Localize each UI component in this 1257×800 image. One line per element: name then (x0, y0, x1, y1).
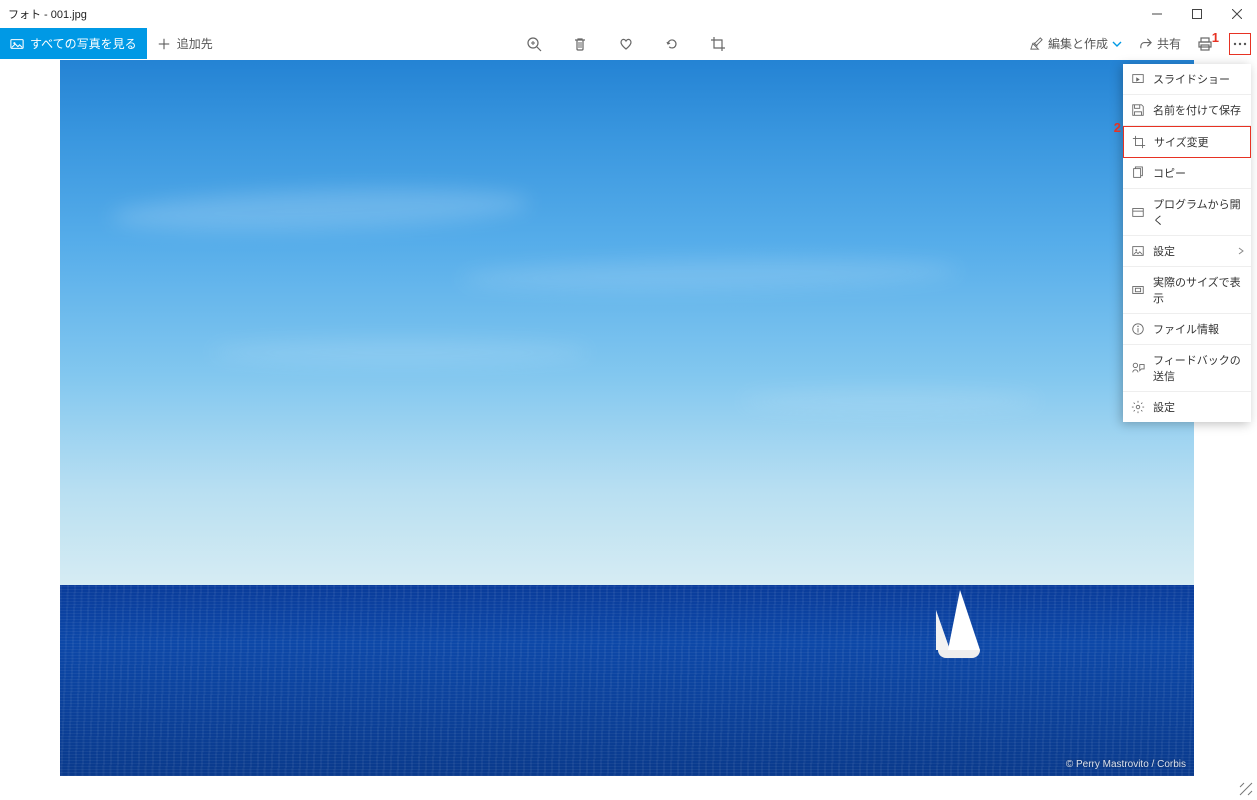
toolbar-right: 編集と作成 共有 (1029, 33, 1257, 55)
minimize-button[interactable] (1137, 0, 1177, 28)
open-with-icon (1131, 205, 1145, 219)
chevron-down-icon (1112, 39, 1122, 49)
titlebar: フォト - 001.jpg (0, 0, 1257, 28)
menu-copy[interactable]: コピー (1123, 158, 1251, 189)
resize-icon (1132, 135, 1146, 149)
edit-create-button[interactable]: 編集と作成 (1029, 35, 1122, 52)
more-button[interactable] (1229, 33, 1251, 55)
toolbar: すべての写真を見る 追加先 編集と作成 (0, 28, 1257, 60)
slideshow-icon (1131, 72, 1145, 86)
menu-resize[interactable]: サイズ変更 (1123, 126, 1251, 158)
more-menu: スライドショー 名前を付けて保存 サイズ変更 コピー プログラムから開く 設定 … (1123, 64, 1251, 422)
menu-label: 名前を付けて保存 (1153, 102, 1241, 118)
photo-canvas[interactable]: © Perry Mastrovito / Corbis (60, 60, 1194, 776)
info-icon (1131, 322, 1145, 336)
menu-label: コピー (1153, 165, 1186, 181)
cloud (740, 390, 1040, 412)
print-button[interactable] (1197, 36, 1213, 52)
cloud (109, 183, 530, 238)
window-controls (1137, 0, 1257, 28)
menu-slideshow[interactable]: スライドショー (1123, 64, 1251, 95)
callout-2: 2 (1114, 120, 1121, 135)
see-all-label: すべての写真を見る (30, 35, 137, 52)
actual-size-icon (1131, 283, 1145, 297)
share-label: 共有 (1157, 35, 1181, 52)
menu-label: プログラムから開く (1153, 196, 1243, 228)
menu-save-as[interactable]: 名前を付けて保存 (1123, 95, 1251, 126)
cloud (210, 340, 590, 365)
print-icon (1197, 36, 1213, 52)
menu-set-as[interactable]: 設定 (1123, 236, 1251, 267)
save-icon (1131, 103, 1145, 117)
rotate-button[interactable] (662, 34, 682, 54)
cloud (460, 256, 960, 295)
menu-label: 設定 (1153, 243, 1175, 259)
menu-label: ファイル情報 (1153, 321, 1219, 337)
menu-feedback[interactable]: フィードバックの送信 (1123, 345, 1251, 392)
see-all-photos-button[interactable]: すべての写真を見る (0, 28, 147, 59)
menu-label: スライドショー (1153, 71, 1230, 87)
favorite-button[interactable] (616, 34, 636, 54)
sea (60, 585, 1194, 776)
set-as-icon (1131, 244, 1145, 258)
share-icon (1138, 36, 1153, 51)
menu-label: サイズ変更 (1154, 134, 1209, 150)
toolbar-center (223, 34, 1029, 54)
copy-icon (1131, 166, 1145, 180)
callout-1: 1 (1212, 30, 1219, 45)
menu-actual-size[interactable]: 実際のサイズで表示 (1123, 267, 1251, 314)
toolbar-left: すべての写真を見る 追加先 (0, 28, 223, 59)
close-button[interactable] (1217, 0, 1257, 28)
menu-label: 実際のサイズで表示 (1153, 274, 1243, 306)
zoom-button[interactable] (524, 34, 544, 54)
edit-icon (1029, 36, 1044, 51)
maximize-button[interactable] (1177, 0, 1217, 28)
chevron-right-icon (1237, 247, 1245, 255)
share-button[interactable]: 共有 (1138, 35, 1181, 52)
menu-open-with[interactable]: プログラムから開く (1123, 189, 1251, 236)
sky (60, 60, 1194, 585)
menu-label: 設定 (1153, 399, 1175, 415)
menu-file-info[interactable]: ファイル情報 (1123, 314, 1251, 345)
photos-icon (10, 37, 24, 51)
edit-create-label: 編集と作成 (1048, 35, 1108, 52)
gear-icon (1131, 400, 1145, 414)
crop-button[interactable] (708, 34, 728, 54)
feedback-icon (1131, 361, 1145, 375)
add-to-label: 追加先 (177, 35, 213, 52)
image-credit: © Perry Mastrovito / Corbis (1066, 759, 1186, 770)
window-title: フォト - 001.jpg (8, 6, 1137, 22)
menu-settings[interactable]: 設定 (1123, 392, 1251, 422)
resize-handle[interactable] (1238, 781, 1254, 797)
sailboat (930, 590, 1000, 665)
menu-label: フィードバックの送信 (1153, 352, 1243, 384)
delete-button[interactable] (570, 34, 590, 54)
add-to-button[interactable]: 追加先 (147, 28, 223, 59)
plus-icon (157, 37, 171, 51)
